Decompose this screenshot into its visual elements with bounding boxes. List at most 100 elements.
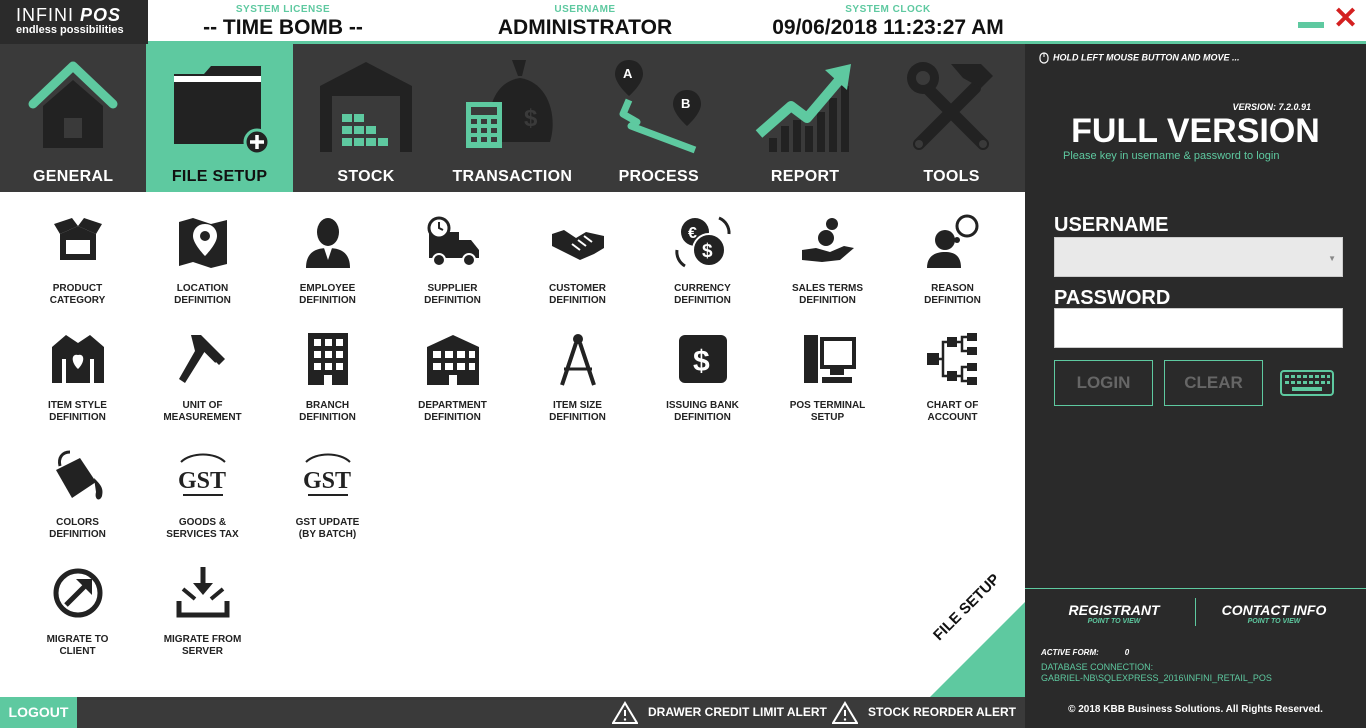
grid-label-line: BRANCH [305,400,350,411]
gst-text: GST [178,468,226,494]
clear-button[interactable]: CLEAR [1164,360,1263,406]
username-select[interactable]: ▼ [1054,237,1343,277]
grid-label-line: DEFINITION [174,295,231,306]
drag-hint[interactable]: HOLD LEFT MOUSE BUTTON AND MOVE ... [1039,52,1240,64]
username-label: USERNAME [1054,214,1169,236]
svg-text:$: $ [524,105,538,132]
warning-icon [612,701,638,724]
branch-definition-button[interactable]: BRANCH DEFINITION [265,309,390,423]
location-definition-button[interactable]: LOCATION DEFINITION [140,192,265,306]
grid-label-line: DEPARTMENT [418,400,487,411]
full-version-title: FULL VERSION [1071,112,1320,150]
contact-info[interactable]: CONTACT INFO POINT TO VIEW [1211,602,1337,625]
item-size-definition-button[interactable]: ITEM SIZE DEFINITION [515,309,640,423]
tab-report[interactable]: REPORT [732,44,878,192]
header-bar: INFINI POS endless possibilities SYSTEM … [0,0,1366,44]
grid-label-line: DEFINITION [674,412,731,423]
tab-stock[interactable]: STOCK [293,44,439,192]
tab-label: TRANSACTION [452,168,573,185]
grid-label-line: DEFINITION [549,412,606,423]
hammer-wrench-icon [907,62,994,150]
grid-label-line: CHART OF [926,400,979,411]
grid-label-line: DEFINITION [924,295,981,306]
warning-icon [832,701,858,724]
grid-label-line: CLIENT [59,646,96,657]
chart-of-account-button[interactable]: CHART OF ACCOUNT [890,309,1015,423]
hand-coin-icon [801,218,854,262]
customer-definition-button[interactable]: CUSTOMER DEFINITION [515,192,640,306]
svg-text:$: $ [693,345,710,378]
handshake-icon [551,230,604,260]
map-pin-icon [178,218,227,268]
stock-reorder-alert[interactable]: STOCK REORDER ALERT [832,697,1016,728]
logo-tagline: endless possibilities [16,24,124,36]
pos-terminal-setup-button[interactable]: POS TERMINAL SETUP [765,309,890,423]
login-hint: Please key in username & password to log… [1063,150,1280,162]
gst-update-by-batch-button[interactable]: GST GST UPDATE (BY BATCH) [265,426,390,540]
issuing-bank-definition-button[interactable]: $ ISSUING BANK DEFINITION [640,309,765,423]
route-map-icon: A B [614,60,701,154]
currency-definition-button[interactable]: € $ CURRENCY DEFINITION [640,192,765,306]
version-label: VERSION: 7.2.0.91 [1232,102,1311,112]
database-connection: DATABASE CONNECTION: GABRIEL-NB\SQLEXPRE… [1041,662,1272,684]
logo-text-pos: POS [80,5,122,25]
thinking-person-icon [926,214,978,268]
active-form-value: 0 [1124,648,1130,657]
house-icon [28,61,118,148]
username-caption: USERNAME [554,4,616,15]
login-button[interactable]: LOGIN [1054,360,1153,406]
sales-terms-definition-button[interactable]: SALES TERMS DEFINITION [765,192,890,306]
minimize-button[interactable] [1298,22,1324,28]
grid-label-line: MIGRATE TO [46,634,109,645]
migrate-to-client-button[interactable]: MIGRATE TO CLIENT [15,543,140,657]
item-style-definition-button[interactable]: ITEM STYLE DEFINITION [15,309,140,423]
unit-of-measurement-button[interactable]: UNIT OF MEASUREMENT [140,309,265,423]
tab-label: GENERAL [33,168,114,185]
drawer-credit-limit-alert[interactable]: DRAWER CREDIT LIMIT ALERT [612,697,827,728]
close-button[interactable]: ✕ [1333,4,1358,34]
migrate-from-server-button[interactable]: MIGRATE FROM SERVER [140,543,265,657]
contact-title: CONTACT INFO [1221,602,1327,618]
jacket-icon [51,335,104,383]
grid-label-line: SERVICES TAX [166,529,239,540]
department-definition-button[interactable]: DEPARTMENT DEFINITION [390,309,515,423]
tab-process[interactable]: A B PROCESS [586,44,732,192]
tab-tools[interactable]: TOOLS [878,44,1024,192]
tab-transaction[interactable]: $ TRANSACTION [439,44,585,192]
keyboard-icon[interactable] [1280,370,1334,396]
file-setup-panel: PRODUCT CATEGORY LOCATION DEFINITION EMPLO… [0,192,1025,697]
active-form-status: ACTIVE FORM: 0 [1041,648,1129,657]
supplier-definition-button[interactable]: SUPPLIER DEFINITION [390,192,515,306]
tab-file-setup[interactable]: FILE SETUP [146,44,293,192]
logout-button[interactable]: LOGOUT [0,697,77,728]
employee-definition-button[interactable]: EMPLOYEE DEFINITION [265,192,390,306]
logo-text: INFINI [16,5,74,25]
grid-label-line: ACCOUNT [927,412,978,423]
app-window: INFINI POS endless possibilities SYSTEM … [0,0,1366,728]
colors-definition-button[interactable]: COLORS DEFINITION [15,426,140,540]
gst-icon: GST [303,453,351,496]
tab-general[interactable]: GENERAL [0,44,146,192]
clock-value: 09/06/2018 11:23:27 AM [772,16,1004,39]
registrant-info[interactable]: REGISTRANT POINT TO VIEW [1047,602,1181,625]
grid-label-line: CUSTOMER [548,283,607,294]
drag-hint-text: HOLD LEFT MOUSE BUTTON AND MOVE ... [1053,52,1240,63]
truck-icon [427,216,479,267]
registrant-hint: POINT TO VIEW [1087,618,1141,625]
grid-label-line: DEFINITION [49,412,106,423]
logo: INFINI POS endless possibilities [0,0,148,44]
alert-text: DRAWER CREDIT LIMIT ALERT [648,705,827,719]
compass-icon [559,334,596,386]
goods-services-tax-button[interactable]: GST GOODS & SERVICES TAX [140,426,265,540]
person-icon [305,218,350,268]
grid-label-line: SETUP [810,412,845,423]
grid-label-line: EMPLOYEE [299,283,356,294]
chevron-down-icon: ▼ [1328,254,1336,263]
product-category-button[interactable]: PRODUCT CATEGORY [15,192,140,306]
main-nav: GENERAL FILE SETUP STOCK $ TRANSACTION A… [0,44,1025,192]
registrant-title: REGISTRANT [1068,602,1160,618]
gst-text: GST [303,468,351,494]
reason-definition-button[interactable]: REASON DEFINITION [890,192,1015,306]
password-input[interactable] [1054,308,1343,348]
grid-label-line: SUPPLIER [427,283,478,294]
